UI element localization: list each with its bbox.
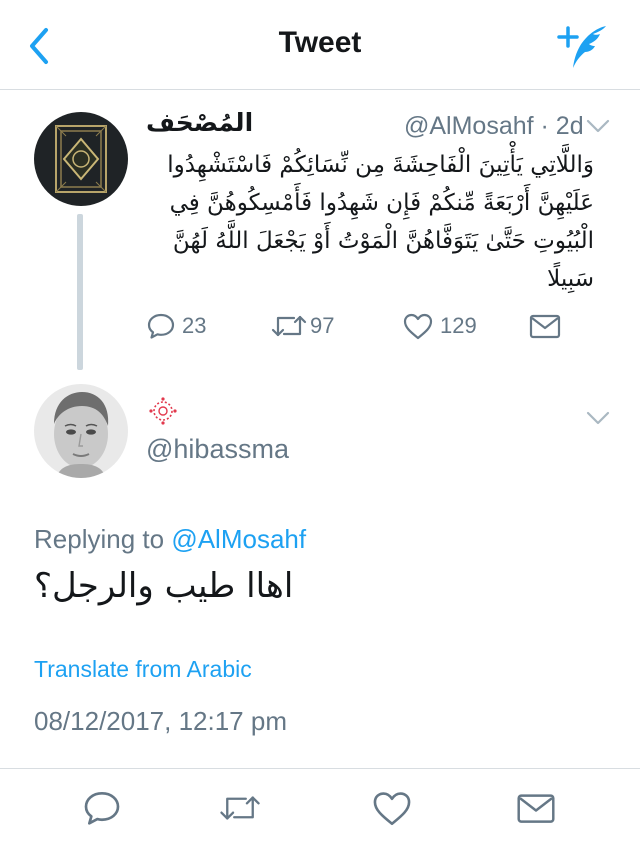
replying-prefix: Replying to <box>34 524 165 554</box>
like-count: 129 <box>440 313 477 338</box>
dm-button[interactable] <box>514 786 558 830</box>
tweet-menu-button[interactable] <box>584 116 612 136</box>
dm-button[interactable] <box>528 308 562 344</box>
profile-photo <box>34 384 128 478</box>
replying-mention-link[interactable]: @AlMosahf <box>171 524 306 554</box>
tweet-header: المُصْحَف @AlMosahf · 2d <box>140 108 584 144</box>
thread-line <box>77 214 83 370</box>
chevron-down-icon <box>586 411 610 425</box>
reply-count: 23 <box>182 313 207 338</box>
handle-and-time[interactable]: @AlMosahf · 2d <box>404 112 584 141</box>
tweet-timestamp: 08/12/2017, 12:17 pm <box>34 706 287 736</box>
tweet-text: اهاا طيب والرجل؟ <box>34 566 294 606</box>
reply-icon <box>147 313 175 339</box>
display-name[interactable]: المُصْحَف <box>146 108 253 137</box>
reply-icon <box>84 792 120 825</box>
envelope-icon <box>529 314 561 339</box>
tweet-menu-button[interactable] <box>584 408 612 428</box>
divider <box>0 768 640 769</box>
profile-badge-icon <box>146 396 180 426</box>
avatar[interactable] <box>34 112 128 206</box>
page-title: Tweet <box>278 26 362 59</box>
retweet-icon <box>271 315 307 337</box>
retweet-count: 97 <box>310 313 335 338</box>
tweet-actions: 23 97 129 <box>0 308 640 344</box>
like-button[interactable] <box>370 786 414 830</box>
chevron-down-icon <box>586 119 610 133</box>
like-button[interactable]: 129 <box>402 308 477 344</box>
envelope-icon <box>517 794 555 823</box>
compose-tweet-button[interactable] <box>556 24 612 70</box>
heart-icon <box>373 792 411 826</box>
translate-link[interactable]: Translate from Arabic <box>34 656 252 683</box>
avatar[interactable] <box>34 384 128 478</box>
retweet-icon <box>220 796 260 820</box>
reply-button[interactable] <box>80 786 124 830</box>
retweet-button[interactable]: 97 <box>270 308 334 344</box>
retweet-button[interactable] <box>218 786 262 830</box>
nav-header: Tweet <box>0 0 640 90</box>
reply-button[interactable]: 23 <box>146 308 206 344</box>
quran-cover-icon <box>34 112 128 206</box>
compose-tweet-icon <box>557 26 606 68</box>
replying-to: Replying to @AlMosahf <box>34 524 306 555</box>
handle[interactable]: @hibassma <box>146 434 289 465</box>
tweet-text: وَاللَّاتِي يَأْتِينَ الْفَاحِشَةَ مِن ن… <box>167 152 594 292</box>
heart-icon <box>403 313 433 340</box>
